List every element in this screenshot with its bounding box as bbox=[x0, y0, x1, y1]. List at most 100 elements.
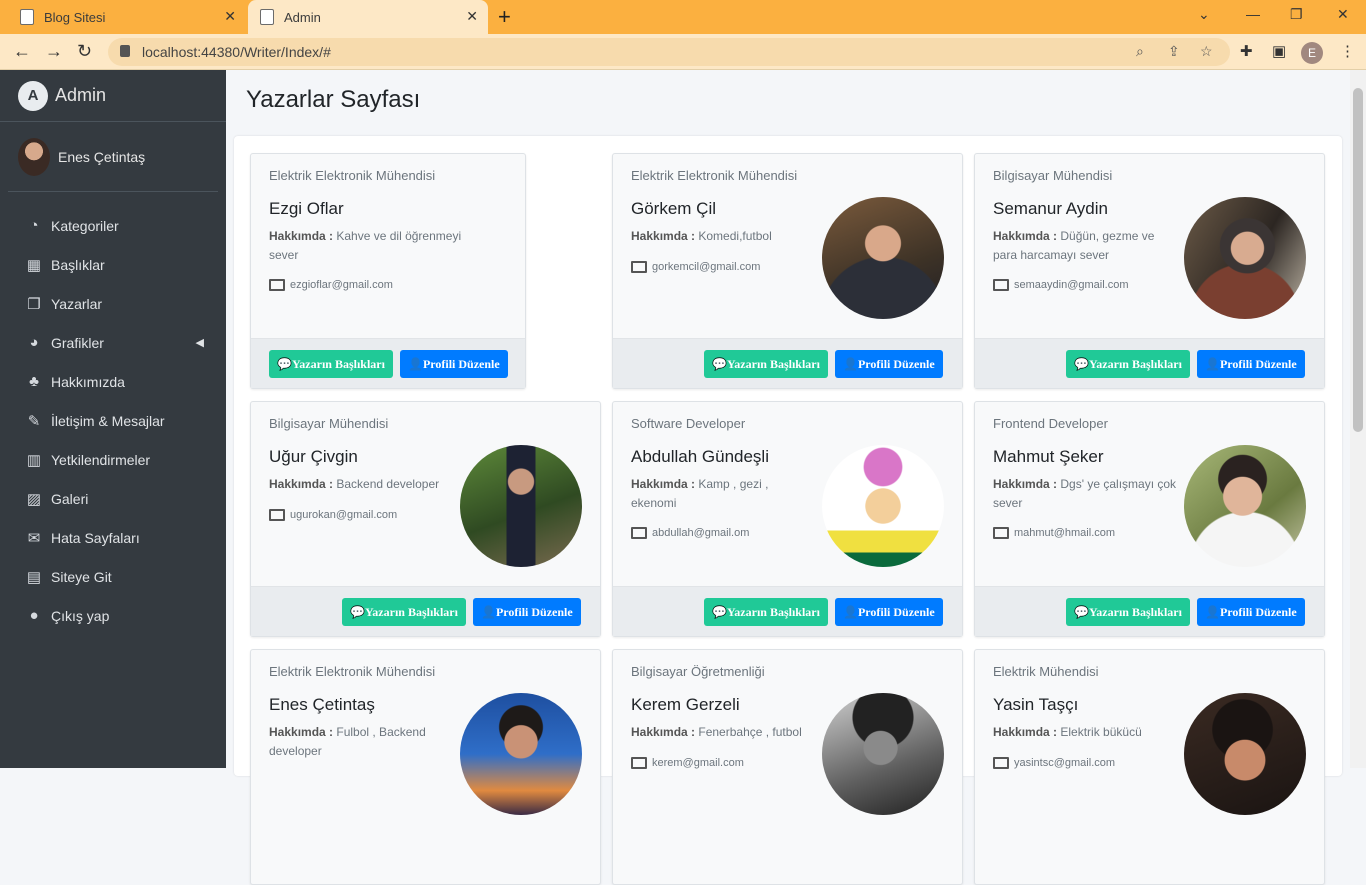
sidebar-item-yazarlar[interactable]: ❐ Yazarlar bbox=[0, 284, 226, 323]
browser-tab-blog[interactable]: Blog Sitesi ✕ bbox=[8, 0, 246, 34]
sidebar-item-basliklar[interactable]: ▦ Başlıklar bbox=[0, 245, 226, 284]
sidebar: A Admin Enes Çetintaş ◔ Kategoriler ▦ Başl… bbox=[0, 70, 226, 768]
edit-profile-button[interactable]: 👤Profili Düzenle bbox=[835, 598, 943, 626]
url-text: localhost:44380/Writer/Index/# bbox=[142, 44, 331, 60]
email-text: semaaydin@gmail.com bbox=[1014, 279, 1129, 291]
grid-icon: ▦ bbox=[26, 256, 42, 274]
email-icon bbox=[631, 261, 647, 273]
share-icon[interactable]: ⇪ bbox=[1168, 43, 1180, 60]
maximize-button[interactable]: ❐ bbox=[1290, 6, 1303, 23]
sidebar-item-kategoriler[interactable]: ◔ Kategoriler bbox=[0, 206, 226, 245]
sidebar-item-label: Hata Sayfaları bbox=[51, 529, 140, 546]
button-label: Profili Düzenle bbox=[1219, 357, 1297, 371]
email-text: gorkemcil@gmail.com bbox=[652, 261, 761, 273]
browser-tab-admin[interactable]: Admin ✕ bbox=[248, 0, 488, 34]
writer-email: ugurokan@gmail.com bbox=[269, 509, 397, 521]
url-bar[interactable]: localhost:44380/Writer/Index/# ⌕ ⇪ ☆ bbox=[108, 38, 1230, 66]
sidebar-item-hakkimizda[interactable]: ♣ Hakkımızda bbox=[0, 362, 226, 401]
writer-titles-button[interactable]: 💬Yazarın Başlıkları bbox=[704, 598, 828, 626]
writer-about: Hakkımda : Düğün, gezme ve para harcamay… bbox=[993, 227, 1163, 265]
edit-profile-button[interactable]: 👤Profili Düzenle bbox=[473, 598, 581, 626]
writer-about: Hakkımda : Elektrik bükücü bbox=[993, 723, 1193, 742]
envelope-icon: ✉ bbox=[27, 529, 41, 547]
writer-email: mahmut@hmail.com bbox=[993, 527, 1115, 539]
writer-photo bbox=[460, 693, 582, 815]
zoom-icon[interactable]: ⌕ bbox=[1136, 43, 1144, 60]
brand[interactable]: A Admin bbox=[0, 70, 226, 122]
edit-icon: ✎ bbox=[27, 412, 41, 430]
dashboard-icon: ◔ bbox=[29, 217, 39, 234]
sidebar-item-grafikler[interactable]: ◕ Grafikler ◀ bbox=[0, 323, 226, 362]
button-label: Yazarın Başlıkları bbox=[1088, 605, 1182, 619]
writer-card: Frontend Developer Mahmut Şeker Hakkımda… bbox=[974, 401, 1325, 637]
file-icon: ❐ bbox=[27, 295, 41, 313]
lock-icon bbox=[120, 45, 130, 57]
writer-titles-button[interactable]: 💬Yazarın Başlıkları bbox=[1066, 598, 1190, 626]
writer-about: Hakkımda : Fenerbahçe , futbol bbox=[631, 723, 831, 742]
about-label: Hakkımda : bbox=[993, 229, 1058, 243]
about-label: Hakkımda : bbox=[269, 477, 334, 491]
writer-job: Software Developer bbox=[631, 416, 746, 431]
about-label: Hakkımda : bbox=[631, 725, 696, 739]
writer-photo bbox=[1184, 693, 1306, 815]
button-label: Yazarın Başlıkları bbox=[726, 357, 820, 371]
writer-job: Bilgisayar Mühendisi bbox=[269, 416, 389, 431]
writer-titles-button[interactable]: 💬Yazarın Başlıkları bbox=[342, 598, 466, 626]
new-tab-button[interactable]: + bbox=[498, 4, 511, 30]
writer-name: Enes Çetintaş bbox=[269, 695, 375, 714]
button-label: Profili Düzenle bbox=[857, 357, 935, 371]
close-tab-icon[interactable]: ✕ bbox=[466, 8, 478, 25]
edit-profile-button[interactable]: 👤Profili Düzenle bbox=[1197, 350, 1305, 378]
sidebar-item-iletisim[interactable]: ✎ İletişim & Mesajlar bbox=[0, 401, 226, 440]
side-panel-icon[interactable]: ▣ bbox=[1272, 42, 1286, 60]
close-tab-icon[interactable]: ✕ bbox=[224, 8, 236, 25]
chevron-left-icon: ◀ bbox=[195, 337, 204, 349]
writer-card: Bilgisayar Mühendisi Semanur Aydin Hakkı… bbox=[974, 153, 1325, 389]
sidebar-item-siteye-git[interactable]: ▤ Siteye Git bbox=[0, 557, 226, 596]
writer-titles-button[interactable]: 💬Yazarın Başlıkları bbox=[269, 350, 393, 378]
sidebar-item-yetkilendirmeler[interactable]: ▥ Yetkilendirmeler bbox=[0, 440, 226, 479]
edit-profile-button[interactable]: 👤Profili Düzenle bbox=[400, 350, 508, 378]
writer-card: Bilgisayar Mühendisi Uğur Çivgin Hakkımd… bbox=[250, 401, 601, 637]
writer-card: Elektrik Elektronik Mühendisi Görkem Çil… bbox=[612, 153, 963, 389]
writer-photo bbox=[822, 445, 944, 567]
profile-avatar[interactable]: E bbox=[1301, 42, 1323, 64]
writer-about: Hakkımda : Fulbol , Backend developer bbox=[269, 723, 439, 761]
sidebar-item-cikis[interactable]: ● Çıkış yap bbox=[0, 596, 226, 635]
sidebar-item-hata-sayfalari[interactable]: ✉ Hata Sayfaları bbox=[0, 518, 226, 557]
tab-title: Blog Sitesi bbox=[44, 9, 106, 25]
back-icon[interactable]: ← bbox=[13, 41, 31, 62]
email-icon bbox=[993, 527, 1009, 539]
card-footer: 💬Yazarın Başlıkları 👤Profili Düzenle bbox=[251, 586, 600, 636]
email-text: kerem@gmail.com bbox=[652, 757, 744, 769]
edit-profile-button[interactable]: 👤Profili Düzenle bbox=[1197, 598, 1305, 626]
forward-icon[interactable]: → bbox=[45, 41, 63, 62]
writer-photo bbox=[1184, 197, 1306, 319]
close-window-button[interactable]: ✕ bbox=[1337, 6, 1349, 23]
edit-profile-button[interactable]: 👤Profili Düzenle bbox=[835, 350, 943, 378]
menu-icon[interactable]: ⋮ bbox=[1340, 42, 1355, 60]
about-text: Komedi,futbol bbox=[698, 229, 772, 243]
writer-about: Hakkımda : Dgs' ye çalışmayı çok sever bbox=[993, 475, 1178, 513]
sidebar-item-galeri[interactable]: ▨ Galeri bbox=[0, 479, 226, 518]
brand-logo-icon: A bbox=[18, 80, 48, 111]
writer-titles-button[interactable]: 💬Yazarın Başlıkları bbox=[1066, 350, 1190, 378]
card-footer: 💬Yazarın Başlıkları 👤Profili Düzenle bbox=[613, 338, 962, 388]
pie-chart-icon: ◕ bbox=[29, 334, 39, 351]
tab-search-icon[interactable]: ⌄ bbox=[1198, 6, 1210, 23]
scrollbar[interactable] bbox=[1350, 70, 1366, 768]
user-panel[interactable]: Enes Çetintaş bbox=[8, 122, 218, 192]
sidebar-item-label: Siteye Git bbox=[51, 568, 112, 585]
about-label: Hakkımda : bbox=[631, 477, 696, 491]
scrollbar-thumb[interactable] bbox=[1353, 88, 1363, 432]
about-label: Hakkımda : bbox=[269, 725, 334, 739]
writer-titles-button[interactable]: 💬Yazarın Başlıkları bbox=[704, 350, 828, 378]
extensions-icon[interactable]: ✚ bbox=[1240, 42, 1253, 60]
about-text: Elektrik bükücü bbox=[1060, 725, 1142, 739]
writer-name: Uğur Çivgin bbox=[269, 447, 358, 466]
bookmark-star-icon[interactable]: ☆ bbox=[1200, 43, 1213, 60]
reload-icon[interactable]: ↻ bbox=[77, 41, 92, 62]
minimize-button[interactable]: — bbox=[1246, 6, 1260, 22]
card-footer: 💬Yazarın Başlıkları 👤Profili Düzenle bbox=[975, 338, 1324, 388]
about-label: Hakkımda : bbox=[631, 229, 696, 243]
